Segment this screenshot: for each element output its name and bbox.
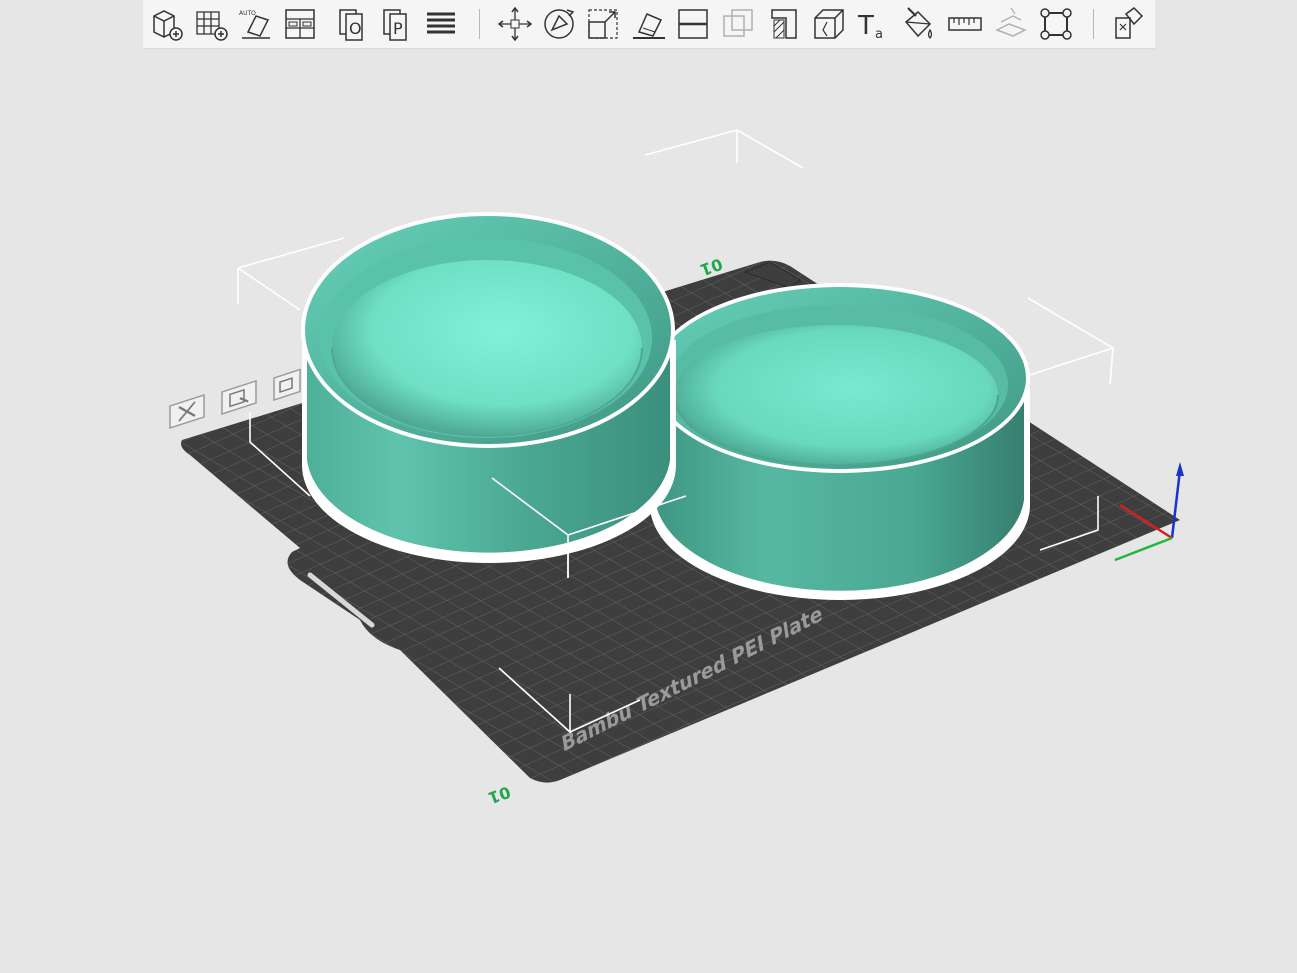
- move-icon[interactable]: [495, 4, 535, 44]
- lay-on-face-icon[interactable]: [629, 4, 669, 44]
- add-object-icon[interactable]: [146, 4, 186, 44]
- scale-icon[interactable]: [583, 4, 623, 44]
- variable-layer-height-icon[interactable]: [421, 4, 461, 44]
- plate-settings-icon[interactable]: [221, 379, 257, 415]
- plate-lock-icon[interactable]: [273, 368, 301, 401]
- bowl-right[interactable]: [650, 283, 1030, 600]
- split-to-parts-icon[interactable]: P: [376, 4, 416, 44]
- assembly-view-icon[interactable]: [1108, 4, 1148, 44]
- svg-text:P: P: [393, 19, 403, 38]
- toolbar-separator: [1093, 9, 1094, 39]
- brim-ears-icon[interactable]: [1036, 4, 1076, 44]
- add-plate-icon[interactable]: [191, 4, 231, 44]
- svg-text:O: O: [349, 19, 362, 38]
- rotate-icon[interactable]: [539, 4, 579, 44]
- bowl-left[interactable]: [301, 212, 676, 563]
- auto-orient-icon[interactable]: AUTO: [236, 4, 276, 44]
- close-plate-icon[interactable]: [169, 393, 205, 429]
- boolean-icon[interactable]: [718, 4, 758, 44]
- arrange-icon[interactable]: [280, 4, 320, 44]
- plate-number-bottom: 01: [486, 782, 513, 807]
- svg-text:a: a: [875, 27, 883, 42]
- color-paint-icon[interactable]: [898, 4, 938, 44]
- svg-text:T: T: [857, 11, 874, 41]
- toolbar-separator: [479, 9, 480, 39]
- measure-icon[interactable]: [945, 4, 985, 44]
- svg-text:AUTO: AUTO: [239, 10, 256, 17]
- support-paint-icon[interactable]: [764, 4, 804, 44]
- seam-paint-icon[interactable]: [809, 4, 849, 44]
- 3d-viewport[interactable]: Bambu Textured PEI Plate 01 01 AUTO O P …: [0, 0, 1297, 973]
- build-scene[interactable]: Bambu Textured PEI Plate 01 01: [0, 0, 1297, 973]
- assembly-icon[interactable]: [991, 4, 1031, 44]
- text-icon[interactable]: Ta: [853, 4, 893, 44]
- split-to-objects-icon[interactable]: O: [332, 4, 372, 44]
- cut-icon[interactable]: [673, 4, 713, 44]
- top-toolbar: AUTO O P T a: [143, 0, 1155, 48]
